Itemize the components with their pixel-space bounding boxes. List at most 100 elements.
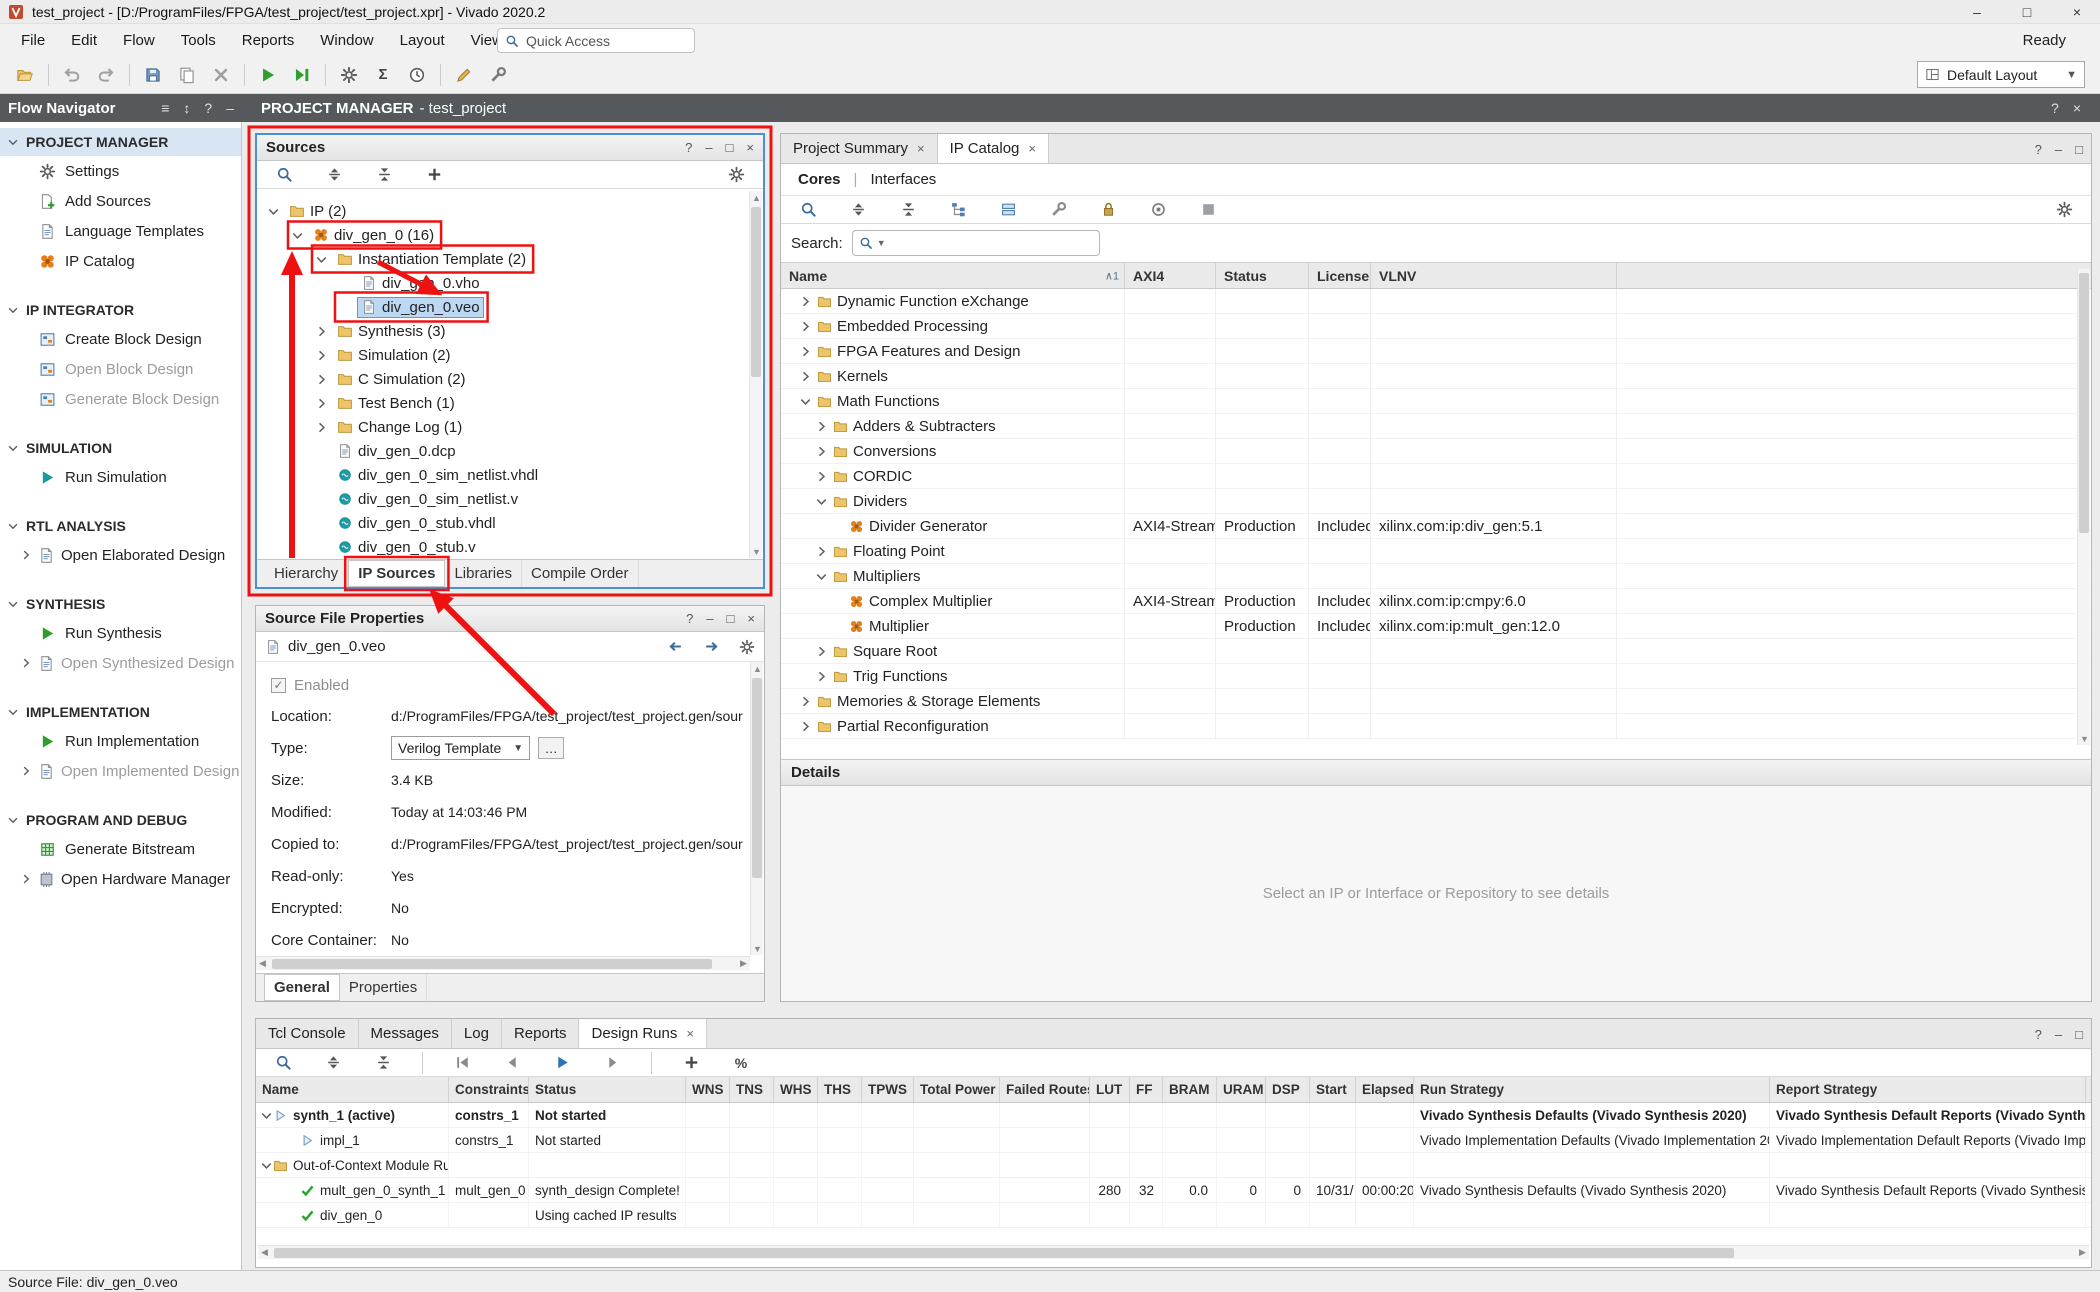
source-tree-item[interactable]: Simulation (2) [257, 343, 749, 367]
sidebar-item-create-block-design[interactable]: Create Block Design [0, 324, 241, 354]
menu-edit[interactable]: Edit [58, 24, 110, 56]
close-panel-icon[interactable]: × [746, 141, 754, 154]
collapse-all-button[interactable] [318, 1048, 348, 1078]
catalog-row-divider-generator[interactable]: Divider GeneratorAXI4-StreamProductionIn… [781, 514, 2091, 539]
vertical-scrollbar[interactable]: ▲ ▼ [749, 191, 762, 558]
redo-button[interactable] [91, 60, 121, 90]
scroll-right-icon[interactable]: ▶ [737, 957, 750, 970]
menu-flow[interactable]: Flow [110, 24, 168, 56]
run-button[interactable] [253, 60, 283, 90]
tab-ip-catalog[interactable]: IP Catalog× [938, 134, 1049, 163]
vertical-scrollbar[interactable]: ▼ [2077, 269, 2090, 745]
catalog-row-conversions[interactable]: Conversions [781, 439, 2091, 464]
column-header-license[interactable]: License [1309, 263, 1371, 288]
help-icon[interactable]: ? [686, 612, 693, 625]
catalog-row-memories-storage-elements[interactable]: Memories & Storage Elements [781, 689, 2091, 714]
run-row-impl-1[interactable]: impl_1constrs_1Not startedVivado Impleme… [256, 1128, 2091, 1153]
collapse-all-button[interactable] [319, 160, 349, 190]
source-tree-item[interactable]: div_gen_0_sim_netlist.vhdl [257, 463, 749, 487]
column-header-uram[interactable]: URAM [1217, 1077, 1266, 1102]
chevron-down-icon[interactable] [315, 253, 328, 266]
close-panel-icon[interactable]: × [2073, 101, 2081, 115]
scroll-down-icon[interactable]: ▼ [751, 942, 764, 955]
help-icon[interactable]: ? [2035, 1028, 2042, 1041]
search-input[interactable]: ▼ [852, 230, 1100, 256]
column-header-vlnv[interactable]: VLNV [1371, 263, 1617, 288]
sidebar-item-open-hardware-manager[interactable]: Open Hardware Manager [0, 864, 241, 894]
collapse-all-button[interactable] [843, 195, 873, 225]
gear-icon[interactable] [739, 639, 755, 655]
edit-button[interactable] [449, 60, 479, 90]
chevron-right-icon[interactable] [815, 420, 828, 433]
chevron-right-icon[interactable] [815, 545, 828, 558]
subtab-cores[interactable]: Cores [798, 171, 841, 188]
chevron-right-icon[interactable] [799, 720, 812, 733]
column-header-tpws[interactable]: TPWS [862, 1077, 914, 1102]
minimize-panel-icon[interactable]: ‒ [706, 612, 713, 625]
enabled-checkbox[interactable]: ✓ [271, 678, 286, 693]
dock-icon[interactable]: ≡ [161, 101, 169, 115]
maximize-panel-icon[interactable]: □ [2075, 143, 2083, 156]
step-button[interactable] [287, 60, 317, 90]
column-header-report-strategy[interactable]: Report Strategy [1770, 1077, 2086, 1102]
scroll-down-icon[interactable]: ▼ [2078, 732, 2091, 745]
lock-button[interactable] [1093, 195, 1123, 225]
scroll-left-icon[interactable]: ◀ [256, 957, 269, 970]
flow-section-ip-integrator[interactable]: IP INTEGRATOR [0, 296, 241, 324]
sidebar-item-ip-catalog[interactable]: IP Catalog [0, 246, 241, 276]
add-button[interactable] [419, 160, 449, 190]
sidebar-item-open-synthesized-design[interactable]: Open Synthesized Design [0, 648, 241, 678]
minimize-panel-icon[interactable]: ‒ [705, 141, 712, 154]
run-row-mult-gen-0-synth-1[interactable]: mult_gen_0_synth_1mult_gen_0synth_design… [256, 1178, 2091, 1203]
sidebar-item-run-simulation[interactable]: Run Simulation [0, 462, 241, 492]
source-tree-item[interactable]: Synthesis (3) [257, 319, 749, 343]
catalog-row-complex-multiplier[interactable]: Complex MultiplierAXI4-StreamProductionI… [781, 589, 2091, 614]
source-tree-item[interactable]: div_gen_0_sim_netlist.v [257, 487, 749, 511]
close-tab-icon[interactable]: × [917, 141, 925, 156]
chevron-right-icon[interactable] [815, 670, 828, 683]
float-panel-icon[interactable]: □ [727, 612, 735, 625]
horizontal-scrollbar[interactable]: ◀ ▶ [256, 956, 750, 970]
tab-design-runs[interactable]: Design Runs× [579, 1019, 706, 1048]
vertical-scrollbar[interactable]: ▲ ▼ [750, 662, 763, 955]
run-row-out-of-context-module-runs[interactable]: Out-of-Context Module Runs [256, 1153, 2091, 1178]
flow-section-project-manager[interactable]: PROJECT MANAGER [0, 128, 241, 156]
column-header-total-power[interactable]: Total Power [914, 1077, 1000, 1102]
close-icon[interactable]: × [2064, 4, 2090, 20]
percent-button[interactable]: % [726, 1048, 756, 1078]
source-tree-item[interactable]: div_gen_0 (16) [257, 223, 749, 247]
scroll-down-icon[interactable]: ▼ [750, 545, 763, 558]
sidebar-item-add-sources[interactable]: Add Sources [0, 186, 241, 216]
chevron-down-icon[interactable] [291, 229, 304, 242]
customize-button[interactable] [1043, 195, 1073, 225]
launch-runs-button[interactable] [547, 1048, 577, 1078]
scroll-left-icon[interactable]: ◀ [258, 1246, 271, 1259]
chevron-right-icon[interactable] [799, 370, 812, 383]
properties-tab-general[interactable]: General [264, 974, 340, 1001]
undo-button[interactable] [57, 60, 87, 90]
menu-reports[interactable]: Reports [229, 24, 308, 56]
column-header-axi4[interactable]: AXI4 [1125, 263, 1216, 288]
catalog-row-cordic[interactable]: CORDIC [781, 464, 2091, 489]
catalog-row-fpga-features-and-design[interactable]: FPGA Features and Design [781, 339, 2091, 364]
maximize-panel-icon[interactable]: □ [2075, 1028, 2083, 1041]
chevron-down-icon[interactable] [815, 495, 828, 508]
column-header-dsp[interactable]: DSP [1266, 1077, 1310, 1102]
help-icon[interactable]: ? [2035, 143, 2042, 156]
forward-arrow-icon[interactable] [703, 638, 720, 655]
tab-messages[interactable]: Messages [359, 1019, 452, 1048]
scrollbar-thumb[interactable] [751, 207, 761, 377]
expand-collapse-icon[interactable]: ↕ [183, 101, 190, 115]
column-header-name[interactable]: Name [256, 1077, 449, 1102]
sources-tab-hierarchy[interactable]: Hierarchy [265, 560, 348, 587]
delete-button[interactable] [206, 60, 236, 90]
chevron-right-icon[interactable] [315, 421, 328, 434]
chevron-right-icon[interactable] [815, 470, 828, 483]
minimize-icon[interactable]: – [1964, 4, 1990, 20]
source-tree-item[interactable]: IP (2) [257, 199, 749, 223]
subtab-interfaces[interactable]: Interfaces [870, 171, 936, 188]
column-header-bram[interactable]: BRAM [1163, 1077, 1217, 1102]
reports-button[interactable]: Σ [368, 60, 398, 90]
column-header-wns[interactable]: WNS [686, 1077, 730, 1102]
type-combo[interactable]: Verilog Template▼ [391, 736, 530, 760]
